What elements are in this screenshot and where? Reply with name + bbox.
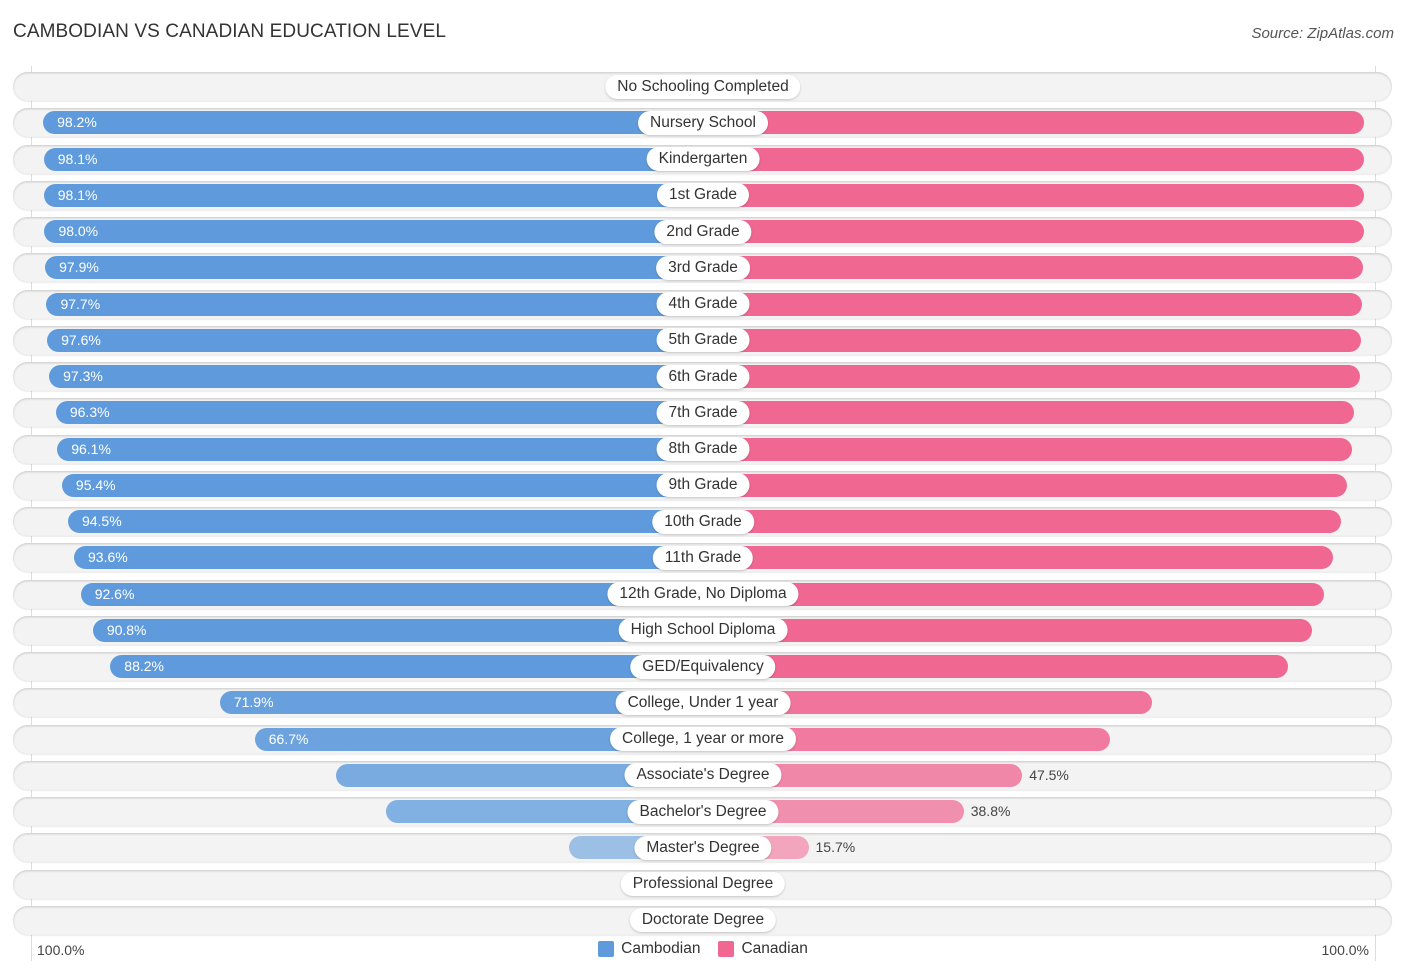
value-label-cambodian: 98.2% [57,114,97,131]
value-label-cambodian: 97.6% [61,331,101,348]
value-label-canadian: 38.8% [970,803,1011,819]
category-label: Master's Degree [634,835,772,860]
legend-swatch-canadian [718,941,735,957]
value-label-canadian: 15.7% [815,839,856,856]
bar-cambodian[interactable] [46,292,715,316]
value-label-cambodian: 97.3% [63,368,103,384]
value-label-cambodian: 96.3% [69,404,110,421]
category-label: 4th Grade [656,292,750,316]
bar-canadian[interactable] [691,437,1353,461]
category-label: 3rd Grade [656,255,750,280]
bar-cambodian[interactable] [45,256,715,280]
bar-canadian[interactable] [691,292,1362,316]
bar-cambodian[interactable] [110,655,715,678]
bar-cambodian[interactable] [43,111,715,135]
bar-canadian[interactable] [691,111,1365,135]
value-label-cambodian: 88.2% [124,658,164,674]
bar-canadian[interactable] [691,473,1348,497]
category-label: 10th Grade [652,509,754,534]
legend-label-canadian: Canadian [741,940,808,957]
legend-label-cambodian: Cambodian [621,940,701,957]
source-credit: Source: ZipAtlas.com [1251,25,1394,42]
category-label: 11th Grade [652,545,754,570]
category-label: Associate's Degree [624,763,782,788]
value-label-cambodian: 92.6% [94,585,135,602]
value-label-cambodian: 90.8% [106,621,147,638]
value-label-cambodian: 95.4% [75,476,116,493]
category-label: College, Under 1 year [615,690,791,715]
bar-canadian[interactable] [691,183,1364,207]
category-label: High School Diploma [618,618,788,643]
category-label: 2nd Grade [654,219,752,244]
value-label-cambodian: 71.9% [233,694,274,711]
bar-canadian[interactable] [691,365,1360,388]
bar-cambodian[interactable] [49,365,715,388]
category-label: College, 1 year or more [610,727,796,751]
bar-cambodian[interactable] [55,401,715,425]
bar-canadian[interactable] [691,220,1364,243]
category-label: Doctorate Degree [629,908,777,933]
value-label-cambodian: 97.7% [60,295,101,312]
value-label-canadian: 47.5% [1029,766,1069,783]
category-label: Bachelor's Degree [627,799,779,824]
chart-title: CAMBODIAN VS CANADIAN EDUCATION LEVEL [13,21,447,42]
category-label: 5th Grade [656,328,750,353]
legend-item-canadian[interactable]: Canadian [718,940,808,958]
bar-cambodian[interactable] [61,473,715,497]
bar-cambodian[interactable] [47,328,715,352]
value-label-cambodian: 93.6% [88,549,128,566]
bar-canadian[interactable] [691,546,1333,570]
category-label: Kindergarten [646,147,760,171]
bar-cambodian[interactable] [57,437,715,461]
value-label-cambodian: 94.5% [81,513,122,529]
category-label: Nursery School [638,110,768,135]
bar-canadian[interactable] [691,328,1361,352]
bar-canadian[interactable] [691,256,1363,280]
bar-cambodian[interactable] [44,220,715,243]
category-label: 7th Grade [656,400,750,425]
bar-cambodian[interactable] [43,147,715,171]
category-label: GED/Equivalency [630,654,776,679]
bar-cambodian[interactable] [74,546,715,570]
category-label: 8th Grade [656,437,750,461]
bar-canadian[interactable] [691,401,1355,425]
category-label: 1st Grade [656,183,750,208]
legend: Cambodian Canadian [0,940,1406,958]
legend-item-cambodian[interactable]: Cambodian [598,940,700,958]
bar-canadian[interactable] [691,147,1365,171]
bar-cambodian[interactable] [43,183,715,207]
value-label-cambodian: 98.1% [57,150,98,167]
category-label: 9th Grade [656,473,750,498]
category-label: Professional Degree [620,872,786,896]
value-label-cambodian: 98.1% [57,186,98,203]
category-label: No Schooling Completed [605,74,801,99]
bar-canadian[interactable] [691,655,1289,678]
value-label-cambodian: 66.7% [268,730,309,747]
value-label-cambodian: 97.9% [59,259,99,276]
legend-swatch-cambodian [598,941,615,957]
category-label: 12th Grade, No Diploma [607,582,799,606]
bar-canadian[interactable] [691,510,1341,533]
value-label-cambodian: 96.1% [71,440,111,457]
bar-cambodian[interactable] [67,510,715,533]
value-label-cambodian: 98.0% [58,223,99,239]
category-label: 6th Grade [656,364,750,389]
